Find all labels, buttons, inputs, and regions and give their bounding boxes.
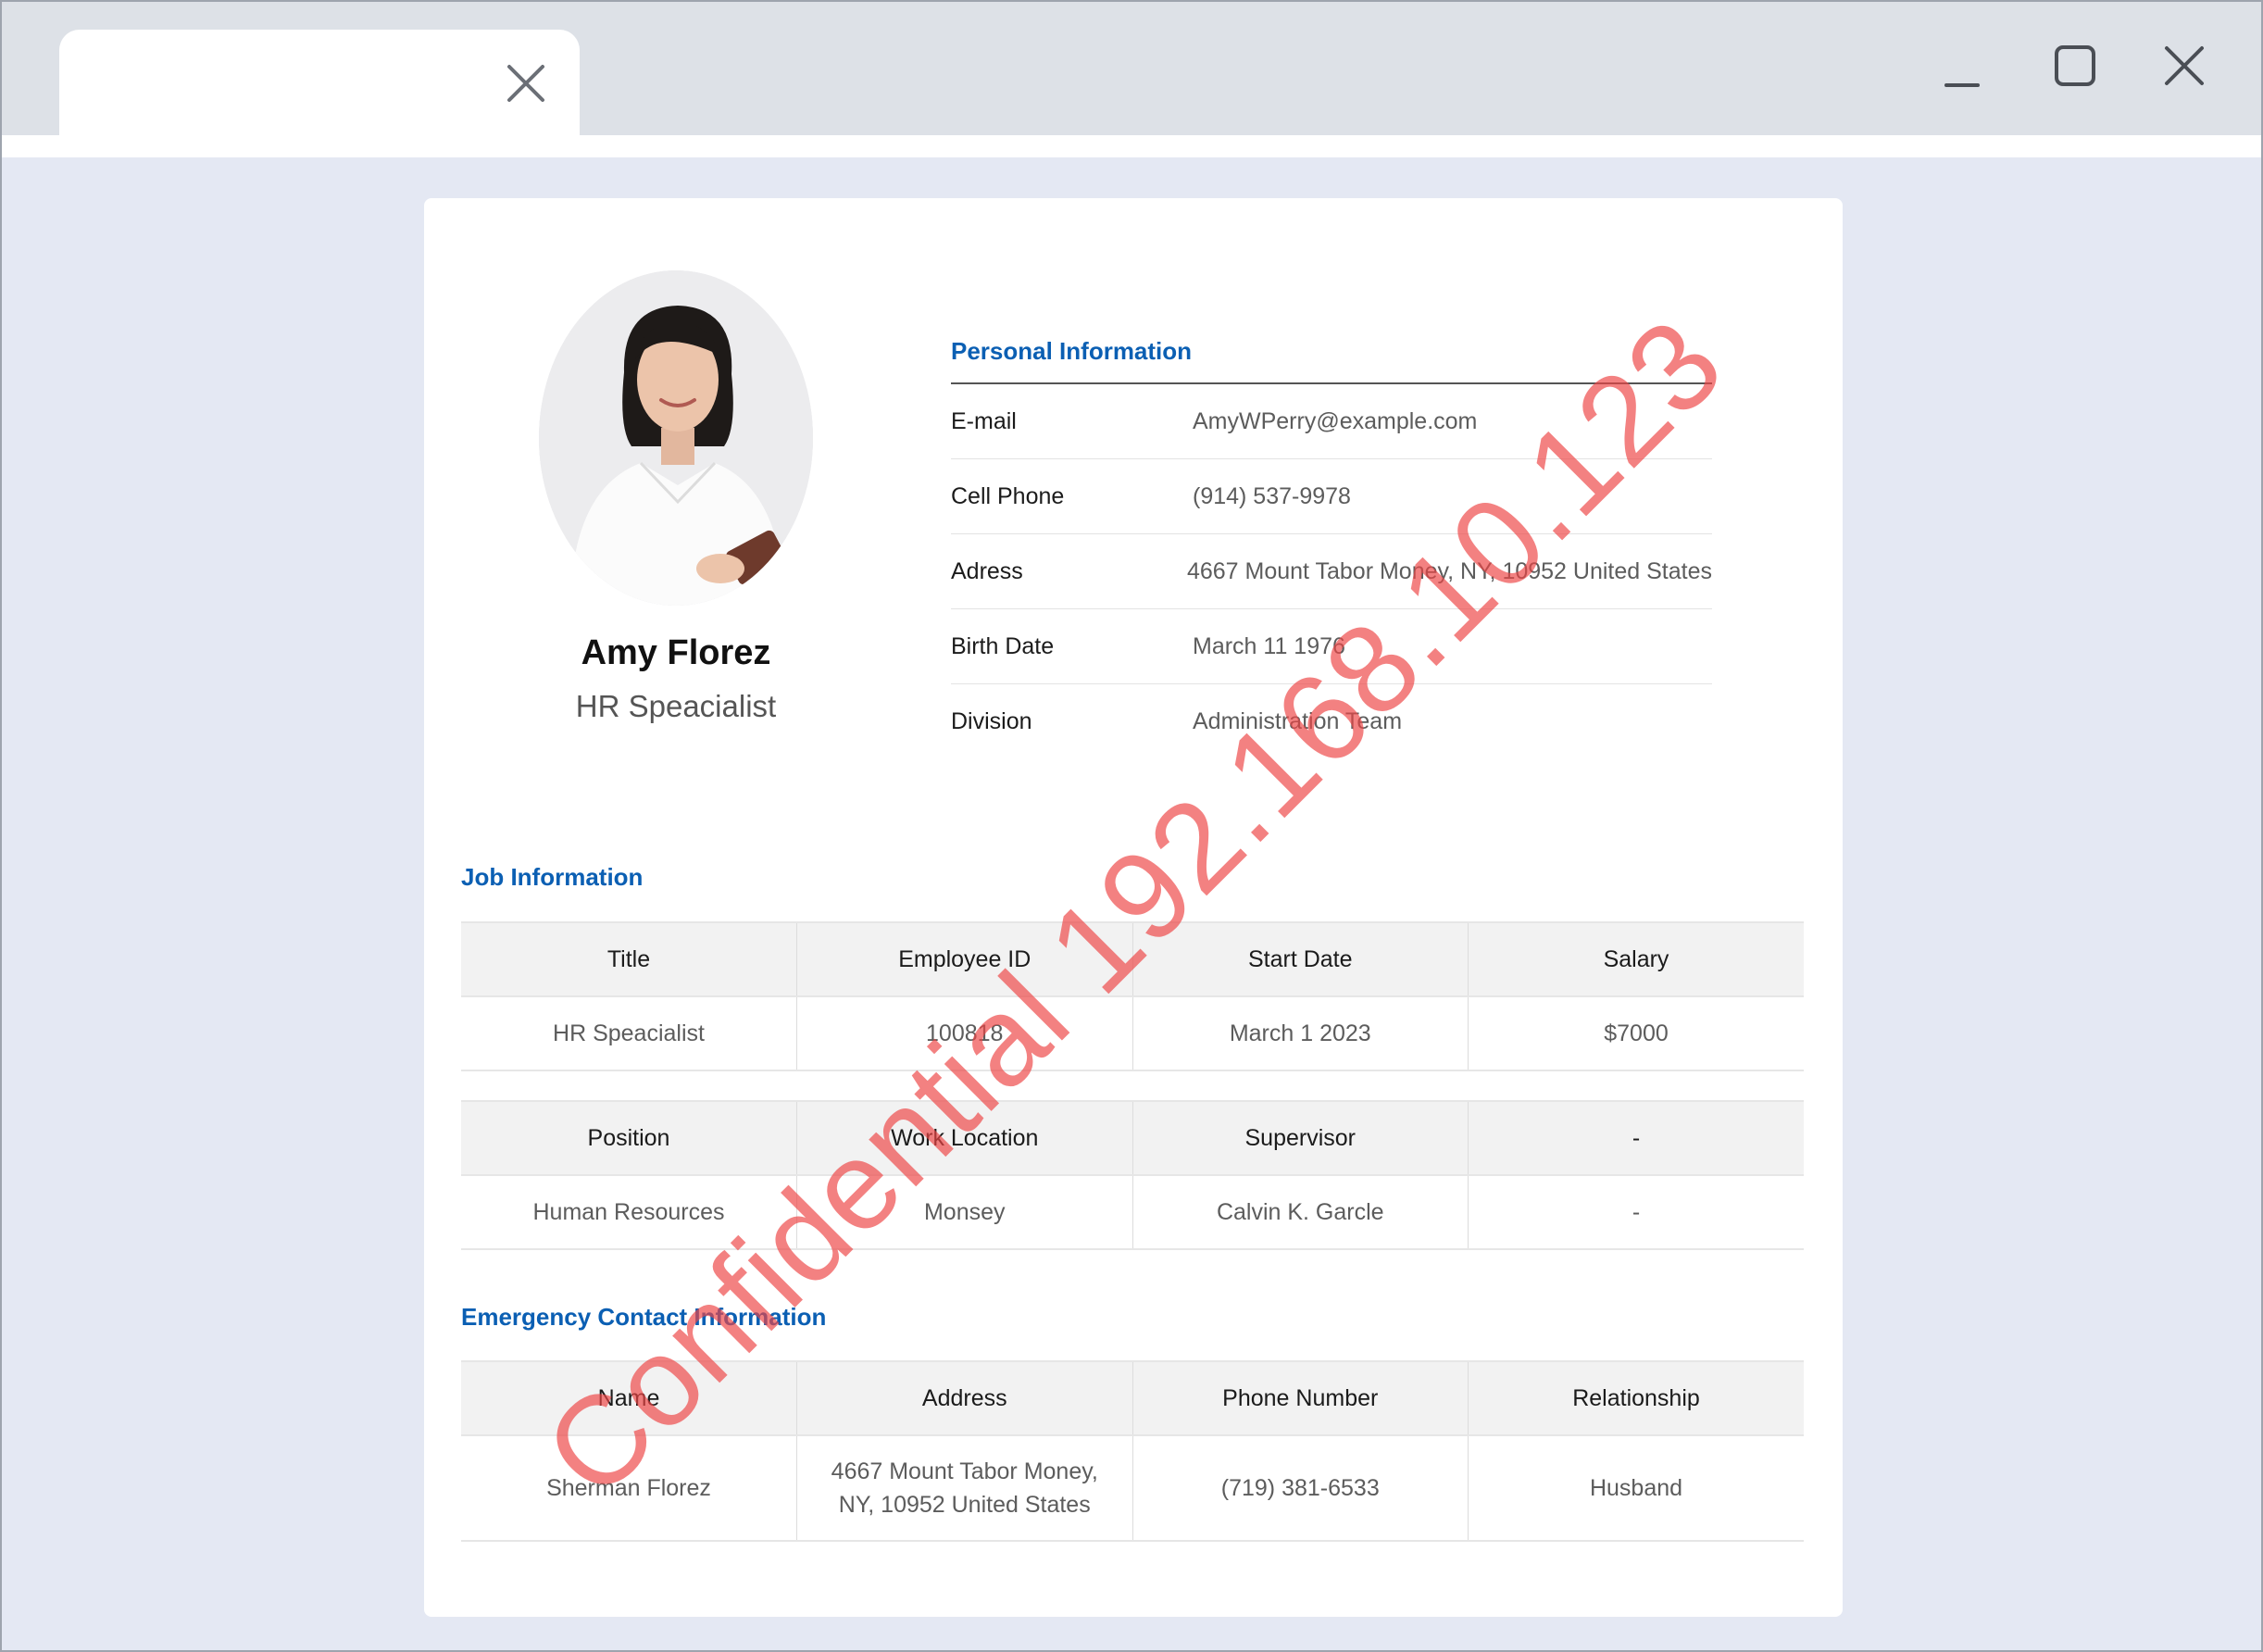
- column-header: Supervisor: [1132, 1100, 1469, 1176]
- column-header: Salary: [1468, 921, 1804, 997]
- column-header: -: [1468, 1100, 1804, 1176]
- table-cell: (719) 381-6533: [1132, 1435, 1469, 1542]
- info-label: Cell Phone: [951, 482, 1065, 509]
- employee-profile-card: Amy Florez HR Speacialist Personal Infor…: [424, 198, 1843, 1617]
- tab-close-icon[interactable]: [506, 63, 546, 104]
- table-cell: Husband: [1468, 1435, 1804, 1542]
- column-header: Position: [461, 1100, 797, 1176]
- table-row: Human Resources Monsey Calvin K. Garcle …: [461, 1175, 1804, 1250]
- table-cell: Sherman Florez: [461, 1435, 797, 1542]
- info-label: Birth Date: [951, 632, 1055, 659]
- table-header-row: Position Work Location Supervisor -: [461, 1100, 1804, 1176]
- info-value-email[interactable]: AmyWPerry@example.com: [1193, 408, 1477, 435]
- column-header: Address: [796, 1360, 1132, 1436]
- column-header: Phone Number: [1132, 1360, 1469, 1436]
- table-cell: March 1 2023: [1132, 996, 1469, 1071]
- minimize-icon[interactable]: [1941, 43, 1991, 93]
- info-value-division: Administration Team: [1193, 707, 1403, 734]
- browser-window: Amy Florez HR Speacialist Personal Infor…: [0, 0, 2263, 1652]
- job-information-title: Job Information: [461, 863, 644, 891]
- table-row: HR Speacialist 100818 March 1 2023 $7000: [461, 996, 1804, 1071]
- table-cell: 4667 Mount Tabor Money, NY, 10952 United…: [796, 1435, 1132, 1542]
- personal-information-section: Personal Information E-mail AmyWPerry@ex…: [951, 337, 1712, 758]
- table-cell: $7000: [1468, 996, 1804, 1071]
- column-header: Title: [461, 921, 797, 997]
- column-header: Work Location: [796, 1100, 1132, 1176]
- table-header-row: Name Address Phone Number Relationship: [461, 1360, 1804, 1436]
- title-bar: [2, 2, 2261, 157]
- info-label: Division: [951, 707, 1032, 734]
- emergency-contact-table: Name Address Phone Number Relationship S…: [461, 1360, 1804, 1542]
- column-header: Start Date: [1132, 921, 1469, 997]
- table-cell: HR Speacialist: [461, 996, 797, 1071]
- info-value-address: 4667 Mount Tabor Money, NY, 10952 United…: [1186, 557, 1712, 584]
- window-close-icon[interactable]: [2161, 43, 2211, 93]
- table-cell: Human Resources: [461, 1175, 797, 1250]
- info-row-cell-phone: Cell Phone (914) 537-9978: [951, 459, 1712, 534]
- profile-photo: [539, 270, 813, 606]
- maximize-icon[interactable]: [2052, 43, 2102, 93]
- column-header: Name: [461, 1360, 797, 1436]
- job-information-table: Title Employee ID Start Date Salary HR S…: [461, 921, 1804, 1071]
- table-cell: Calvin K. Garcle: [1132, 1175, 1469, 1250]
- info-value-birth-date: March 11 1976: [1193, 632, 1345, 659]
- info-label: E-mail: [951, 407, 1017, 434]
- info-row-address: Adress 4667 Mount Tabor Money, NY, 10952…: [951, 534, 1712, 609]
- employee-name: Amy Florez: [581, 633, 771, 672]
- info-row-birth-date: Birth Date March 11 1976: [951, 609, 1712, 684]
- job-details-table: Position Work Location Supervisor - Huma…: [461, 1100, 1804, 1250]
- table-cell: -: [1468, 1175, 1804, 1250]
- personal-information-title: Personal Information: [951, 337, 1193, 365]
- column-header: Relationship: [1468, 1360, 1804, 1436]
- emergency-contact-title: Emergency Contact Information: [461, 1303, 827, 1331]
- info-row-email: E-mail AmyWPerry@example.com: [951, 384, 1712, 459]
- column-header: Employee ID: [796, 921, 1132, 997]
- employee-role: HR Speacialist: [575, 689, 777, 723]
- table-cell: 100818: [796, 996, 1132, 1071]
- table-header-row: Title Employee ID Start Date Salary: [461, 921, 1804, 997]
- info-row-division: Division Administration Team: [951, 684, 1712, 758]
- browser-tab[interactable]: [59, 30, 580, 135]
- table-cell: Monsey: [796, 1175, 1132, 1250]
- table-row: Sherman Florez 4667 Mount Tabor Money, N…: [461, 1435, 1804, 1542]
- info-value-cell-phone[interactable]: (914) 537-9978: [1193, 483, 1351, 510]
- info-label: Adress: [951, 557, 1023, 584]
